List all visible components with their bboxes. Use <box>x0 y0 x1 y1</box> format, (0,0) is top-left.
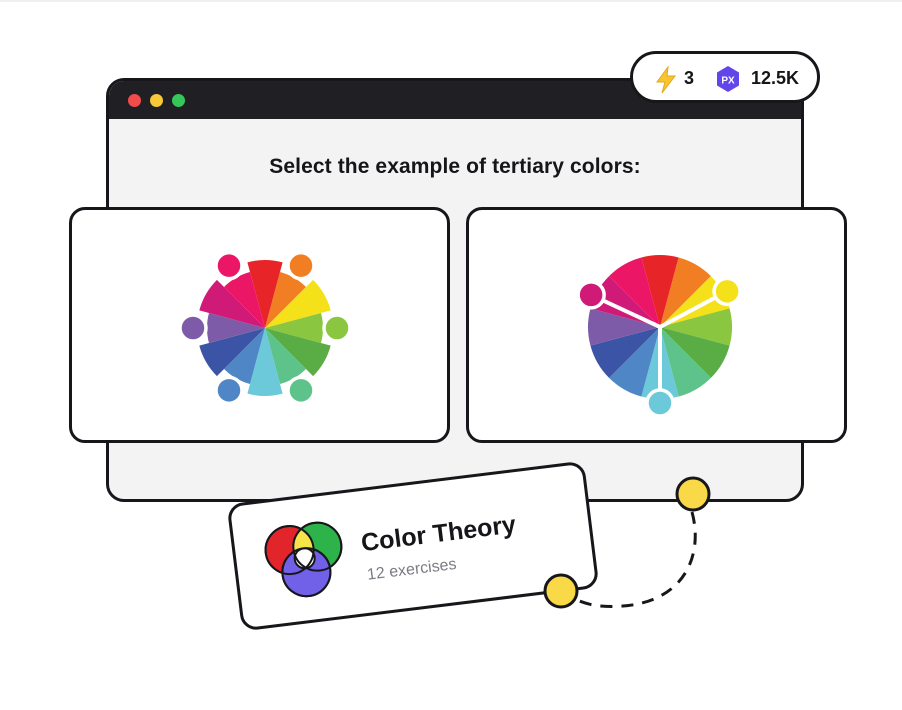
option-wheel-evenly-spaced[interactable] <box>69 207 450 443</box>
minimize-window-dot[interactable] <box>150 94 163 107</box>
stats-pill: 3 PX 12.5K <box>630 51 820 103</box>
lightning-bolt-icon <box>656 66 677 94</box>
streak-count: 3 <box>684 68 695 88</box>
course-title: Color Theory <box>359 510 518 558</box>
venn-diagram-icon <box>264 521 343 598</box>
xp-amount: 12.5K <box>751 68 800 88</box>
color-marker <box>286 375 316 406</box>
xp-badge-icon: PX <box>717 66 739 92</box>
question-text: Select the example of tertiary colors: <box>269 155 641 178</box>
color-wheel-evenly-spaced <box>178 250 352 406</box>
color-marker <box>712 276 742 307</box>
option-wheel-clustered[interactable] <box>466 207 847 443</box>
color-marker <box>576 280 606 310</box>
color-marker <box>286 250 316 281</box>
color-marker <box>322 313 352 343</box>
color-marker <box>214 250 244 281</box>
maximize-window-dot[interactable] <box>172 94 185 107</box>
course-exercise-count: 12 exercises <box>366 555 458 584</box>
color-marker <box>178 313 208 343</box>
color-marker <box>214 375 244 406</box>
close-window-dot[interactable] <box>128 94 141 107</box>
color-marker <box>645 388 675 418</box>
svg-text:PX: PX <box>721 76 735 87</box>
color-wheel-clustered <box>576 254 742 418</box>
top-border <box>0 0 902 2</box>
